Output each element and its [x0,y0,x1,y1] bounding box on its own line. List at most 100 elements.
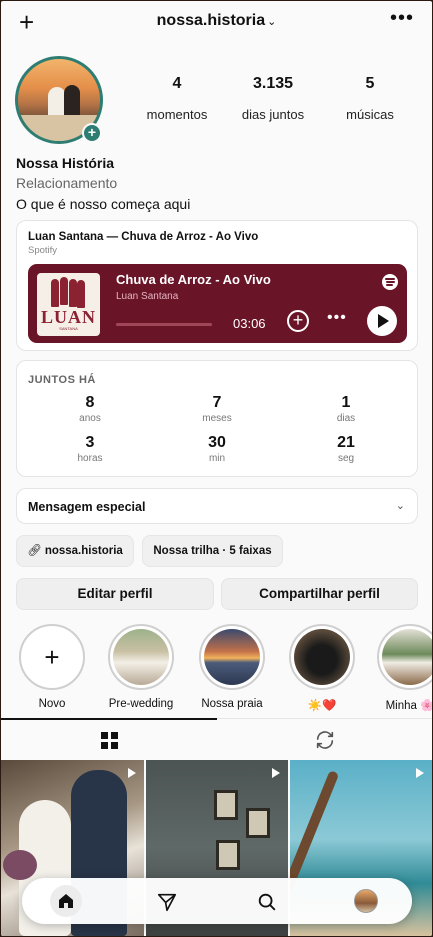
add-song-icon[interactable]: + [287,310,309,332]
playlist-pill[interactable]: Nossa trilha · 5 faixas [142,535,283,567]
highlight-nossa-praia[interactable]: Nossa praia [197,624,267,710]
highlight-sun-heart[interactable]: ☀️❤️ [287,624,357,712]
progress-bar[interactable] [116,323,212,326]
highlight-ring [289,624,355,690]
together-heading: JUNTOS HÁ [28,374,96,386]
reel-icon [272,768,280,778]
post-wall-frame [246,808,270,838]
highlight-minha[interactable]: Minha 🌸 [375,624,432,712]
counter-value: 1 [341,394,351,411]
counter-hours: 3 horas [50,434,130,464]
together-counter-card: JUNTOS HÁ 8 anos 7 meses 1 dias 3 horas … [16,360,418,477]
stat-musicas[interactable]: 5 músicas [330,75,410,122]
counter-value: 30 [208,434,226,451]
plus-icon: + [44,641,60,672]
counter-unit: min [208,453,226,464]
album-cover-subtitle: SANTANA [59,326,78,331]
stat-dias-juntos[interactable]: 3.135 dias juntos [233,75,313,122]
song-more-icon[interactable]: ••• [327,309,347,327]
cover-figure [77,280,85,308]
repost-tab-icon[interactable] [314,729,336,751]
counter-value: 21 [337,434,355,451]
cover-figure [51,279,59,307]
counter-value: 3 [85,434,95,451]
spotify-wave [386,284,393,286]
highlight-ring [377,624,432,690]
send-icon[interactable] [156,891,178,913]
highlight-photo [204,629,260,685]
grid-cell [111,742,118,749]
album-cover-figures [51,277,85,308]
counter-seconds: 21 seg [306,434,386,464]
song-artist: Luan Santana [116,291,179,302]
link-icon: 🔗︎ [27,545,42,557]
song-duration: 03:06 [233,316,266,331]
post-wall-frame [216,840,240,870]
active-tab-indicator [1,718,217,720]
highlight-photo [294,629,350,685]
home-icon [59,894,73,908]
grid-cell [101,742,108,749]
music-card[interactable]: Luan Santana — Chuva de Arroz - Ao Vivo … [16,220,418,351]
chevron-down-icon: ⌄ [395,500,405,512]
username-title: nossa.historia [156,12,266,29]
song-title: Chuva de Arroz - Ao Vivo [116,272,271,287]
post-wall-frame [214,790,238,820]
highlight-ring [199,624,265,690]
counter-unit: horas [77,453,103,464]
search-icon[interactable] [256,891,278,913]
profile-name: Nossa História [16,155,115,171]
edit-profile-button[interactable]: Editar perfil [16,578,214,610]
profile-tabs [1,718,432,760]
grid-cell [111,732,118,739]
counter-minutes: 30 min [177,434,257,464]
counter-days: 1 dias [306,394,386,424]
reel-icon [128,768,136,778]
special-message-label: Mensagem especial [28,500,146,514]
profile-link-pill[interactable]: 🔗︎ nossa.historia [16,535,134,567]
spotify-wave [385,281,395,283]
spotify-icon [382,274,398,290]
stat-value: 3.135 [252,75,294,92]
share-profile-button[interactable]: Compartilhar perfil [221,578,418,610]
profile-category: Relacionamento [16,175,118,191]
stat-value: 5 [365,75,375,92]
highlight-label: ☀️❤️ [307,700,337,712]
avatar-figure-groom [64,85,80,119]
more-options-icon[interactable]: ••• [390,7,414,30]
music-card-title: Luan Santana — Chuva de Arroz - Ao Vivo [28,231,259,243]
reel-icon [416,768,424,778]
counter-value: 8 [85,394,95,411]
add-story-icon[interactable]: + [82,123,102,143]
profile-avatar[interactable]: + [15,56,105,146]
profile-link-text: nossa.historia [44,545,123,557]
spotify-player[interactable]: LUAN SANTANA Chuva de Arroz - Ao Vivo Lu… [28,264,407,343]
highlight-ring [108,624,174,690]
highlight-new[interactable]: + Novo [17,624,87,710]
highlight-label: Novo [38,698,66,710]
cover-figure [69,279,77,307]
stat-momentos[interactable]: 4 momentos [137,75,217,122]
bottom-nav [22,878,412,924]
counter-months: 7 meses [177,394,257,424]
special-message-dropdown[interactable]: Mensagem especial ⌄ [16,488,418,524]
nav-profile-avatar[interactable] [354,889,378,913]
highlight-photo [382,629,432,685]
counter-unit: dias [336,413,356,424]
music-card-source: Spotify [28,245,58,256]
counter-unit: meses [202,413,232,424]
grid-tab-icon[interactable] [101,732,118,749]
counter-unit: seg [337,453,355,464]
top-bar: + nossa.historia ⌄ ••• [1,1,432,43]
grid-cell [101,732,108,739]
nav-home[interactable] [50,885,82,917]
profile-screen: + nossa.historia ⌄ ••• + 4 momentos 3.135… [1,1,432,936]
highlight-label: Minha 🌸 [385,700,432,712]
counter-unit: anos [79,413,101,424]
stat-value: 4 [172,75,182,92]
album-cover: LUAN SANTANA [37,273,100,336]
highlight-pre-wedding[interactable]: Pre-wedding [106,624,176,710]
play-button[interactable] [367,306,397,336]
cover-figure [60,277,68,305]
username-switcher[interactable]: nossa.historia ⌄ [1,12,432,30]
